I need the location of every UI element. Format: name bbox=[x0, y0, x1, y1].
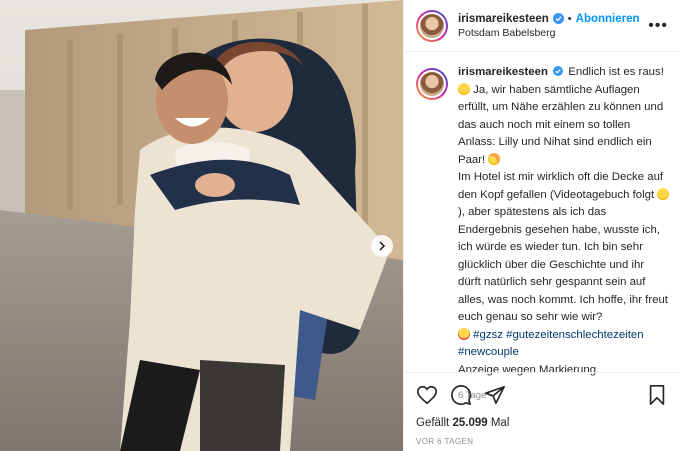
caption: irismareikesteen Endlich ist es raus! Ja… bbox=[416, 64, 670, 405]
caption-avatar[interactable] bbox=[416, 68, 448, 100]
caption-text-3b: ), aber spätestens als ich das Endergebn… bbox=[458, 206, 668, 323]
likes-count[interactable]: Gefällt 25.099 Mal bbox=[416, 417, 668, 429]
username-link[interactable]: irismareikesteen bbox=[458, 13, 549, 25]
action-icons bbox=[416, 383, 668, 407]
smile-emoji-icon bbox=[458, 82, 470, 95]
post-header: irismareikesteen • Abonnieren Potsdam Ba… bbox=[404, 0, 680, 52]
avatar[interactable] bbox=[416, 9, 448, 42]
caption-text-2: Ja, wir haben sämtliche Auflagen erfüllt… bbox=[458, 83, 664, 166]
hashtag-link[interactable]: #gutezeitenschlechtezeiten bbox=[506, 329, 643, 341]
share-icon[interactable] bbox=[484, 384, 506, 406]
caption-body: irismareikesteen Endlich ist es raus! Ja… bbox=[458, 64, 670, 405]
post-header-text: irismareikesteen • Abonnieren Potsdam Ba… bbox=[458, 13, 640, 39]
hugging-emoji-icon bbox=[488, 152, 501, 165]
separator-dot: • bbox=[567, 12, 572, 25]
likes-prefix: Gefällt bbox=[416, 417, 450, 429]
comment-icon[interactable] bbox=[450, 384, 472, 406]
caption-text-1: Endlich ist es raus! bbox=[568, 66, 664, 78]
chevron-right-icon bbox=[379, 241, 386, 251]
verified-icon bbox=[553, 66, 564, 76]
carousel-next-button[interactable] bbox=[371, 235, 393, 257]
likes-suffix: Mal bbox=[490, 417, 510, 429]
follow-button[interactable]: Abonnieren bbox=[576, 13, 640, 25]
caption-username-link[interactable]: irismareikesteen bbox=[458, 66, 548, 78]
more-options-icon[interactable]: ••• bbox=[648, 17, 668, 34]
post-header-row: irismareikesteen • Abonnieren bbox=[458, 13, 640, 25]
post-photo[interactable] bbox=[0, 0, 403, 451]
caption-text-3a: Im Hotel ist mir wirklich oft die Decke … bbox=[458, 171, 664, 201]
photo-couple-piggyback bbox=[0, 0, 403, 451]
bookmark-icon[interactable] bbox=[646, 384, 668, 406]
heart-icon[interactable] bbox=[416, 384, 438, 406]
post-side-panel: irismareikesteen • Abonnieren Potsdam Ba… bbox=[403, 0, 680, 451]
grimacing-emoji-icon bbox=[657, 187, 670, 200]
location-link[interactable]: Potsdam Babelsberg bbox=[458, 27, 640, 39]
post-actions: Gefällt 25.099 Mal VOR 6 TAGEN bbox=[404, 372, 680, 446]
heart-eyes-emoji-icon bbox=[458, 327, 470, 340]
likes-number: 25.099 bbox=[452, 417, 488, 429]
verified-icon bbox=[552, 13, 564, 24]
hashtag-link[interactable]: #gzsz bbox=[473, 329, 503, 341]
hashtag-link[interactable]: #newcouple bbox=[458, 346, 519, 358]
post-date[interactable]: VOR 6 TAGEN bbox=[416, 437, 668, 446]
